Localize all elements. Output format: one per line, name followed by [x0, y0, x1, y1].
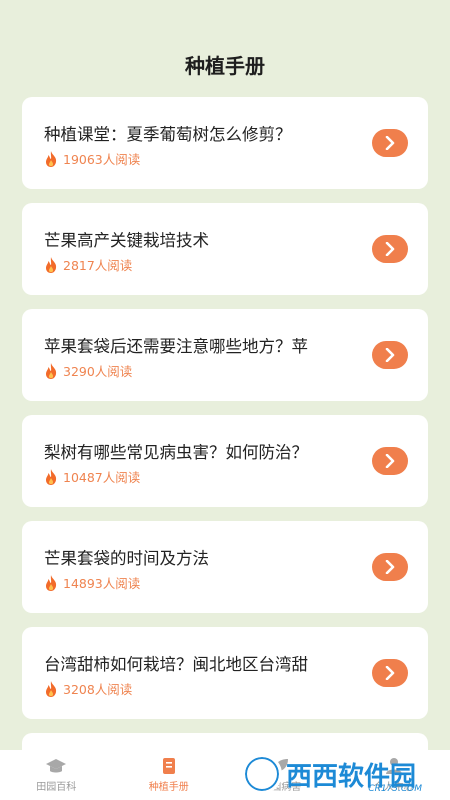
open-article-button[interactable]: [372, 553, 408, 581]
open-article-button[interactable]: [372, 659, 408, 687]
read-count-text: 2817人阅读: [63, 258, 133, 273]
article-card[interactable]: 台湾甜柿如何栽培？闽北地区台湾甜 3208人阅读: [22, 627, 428, 719]
article-title: 种植课堂：夏季葡萄树怎么修剪？: [44, 125, 292, 144]
open-article-button[interactable]: [372, 341, 408, 369]
read-count-text: 14893人阅读: [63, 576, 141, 591]
open-article-button[interactable]: [372, 235, 408, 263]
watermark-domain: CR173.COM: [368, 784, 422, 794]
tab-encyclopedia[interactable]: 田园百科: [0, 750, 113, 800]
open-article-button[interactable]: [372, 129, 408, 157]
tab-label: 种植手册: [148, 782, 189, 793]
chevron-right-icon: [385, 242, 395, 256]
article-card[interactable]: 苹果套袋后还需要注意哪些地方？苹 3290人阅读: [22, 309, 428, 401]
read-count-text: 10487人阅读: [63, 470, 141, 485]
book-icon: [162, 758, 175, 774]
article-title: 苹果套袋后还需要注意哪些地方？苹: [44, 337, 308, 356]
article-card[interactable]: 芒果套袋的时间及方法 14893人阅读: [22, 521, 428, 613]
article-title: 梨树有哪些常见病虫害？如何防治？: [44, 443, 308, 462]
article-read-count: 19063人阅读: [44, 149, 140, 168]
article-title: 芒果套袋的时间及方法: [44, 549, 209, 568]
article-card[interactable]: 芒果高产关键栽培技术 2817人阅读: [22, 203, 428, 295]
article-title: 芒果高产关键栽培技术: [44, 231, 209, 250]
tab-label: 田园百科: [36, 782, 77, 793]
open-article-button[interactable]: [372, 447, 408, 475]
watermark: 西西软件园 CR173.COM: [242, 752, 442, 796]
article-title: 台湾甜柿如何栽培？闽北地区台湾甜: [44, 655, 308, 674]
watermark-logo-icon: [242, 754, 282, 794]
article-read-count: 14893人阅读: [44, 573, 140, 592]
read-count-text: 19063人阅读: [63, 152, 141, 167]
fire-icon: [46, 574, 57, 591]
page-title: 种植手册: [185, 54, 265, 78]
article-read-count: 3290人阅读: [44, 361, 132, 380]
fire-icon: [46, 680, 57, 697]
article-card[interactable]: 梨树有哪些常见病虫害？如何防治？ 10487人阅读: [22, 415, 428, 507]
article-card[interactable]: 种植课堂：夏季葡萄树怎么修剪？ 19063人阅读: [22, 97, 428, 189]
fire-icon: [46, 468, 57, 485]
graduation-cap-icon: [46, 759, 67, 773]
fire-icon: [46, 256, 57, 273]
chevron-right-icon: [385, 348, 395, 362]
article-read-count: 3208人阅读: [44, 679, 132, 698]
read-count-text: 3290人阅读: [63, 364, 133, 379]
tab-planting-manual[interactable]: 种植手册: [113, 750, 226, 800]
article-read-count: 10487人阅读: [44, 467, 140, 486]
chevron-right-icon: [385, 454, 395, 468]
article-list: 种植课堂：夏季葡萄树怎么修剪？ 19063人阅读 芒果高产关键栽培技术 2817…: [22, 97, 428, 787]
chevron-right-icon: [385, 666, 395, 680]
chevron-right-icon: [385, 136, 395, 150]
article-read-count: 2817人阅读: [44, 255, 132, 274]
read-count-text: 3208人阅读: [63, 682, 133, 697]
fire-icon: [46, 362, 57, 379]
fire-icon: [46, 150, 57, 167]
chevron-right-icon: [385, 560, 395, 574]
